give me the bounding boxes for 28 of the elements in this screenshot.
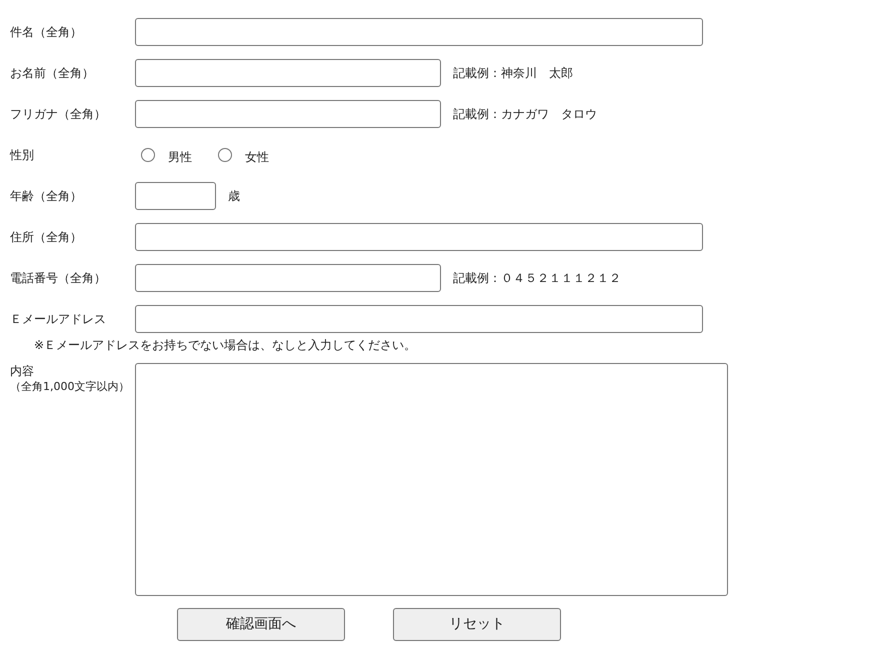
radio-button[interactable] [218,148,232,162]
field-label: 内容 [10,363,35,379]
field-label: 性別 [10,147,35,164]
field-label: Ｅメールアドレス [10,311,107,328]
radio-label: 男性 [168,148,192,166]
example-note: 歳 [228,188,240,205]
example-note: 記載例：０４５２１１１２１２ [453,270,621,287]
input-field[interactable] [135,59,441,87]
field-label: 電話番号（全角） [10,270,107,287]
example-note: 記載例：カナガワ タロウ [453,106,597,123]
radio-label: 女性 [245,148,269,166]
form-button[interactable]: リセット [393,608,561,641]
input-field[interactable] [135,18,703,46]
field-sublabel: （全角1,000文字以内） [10,379,130,395]
input-field[interactable] [135,223,703,251]
input-field[interactable] [135,100,441,128]
input-field[interactable] [135,305,703,333]
field-label: 住所（全角） [10,229,83,246]
input-field[interactable] [135,264,441,292]
field-label: お名前（全角） [10,65,95,82]
hint-text: ※Ｅメールアドレスをお持ちでない場合は、なしと入力してください。 [33,337,416,353]
field-label: 年齢（全角） [10,188,83,205]
field-label: 件名（全角） [10,24,83,41]
radio-button[interactable] [141,148,155,162]
form-button[interactable]: 確認画面へ [177,608,345,641]
example-note: 記載例：神奈川 太郎 [453,65,573,82]
field-label: フリガナ（全角） [10,106,107,123]
input-field[interactable] [135,182,216,210]
